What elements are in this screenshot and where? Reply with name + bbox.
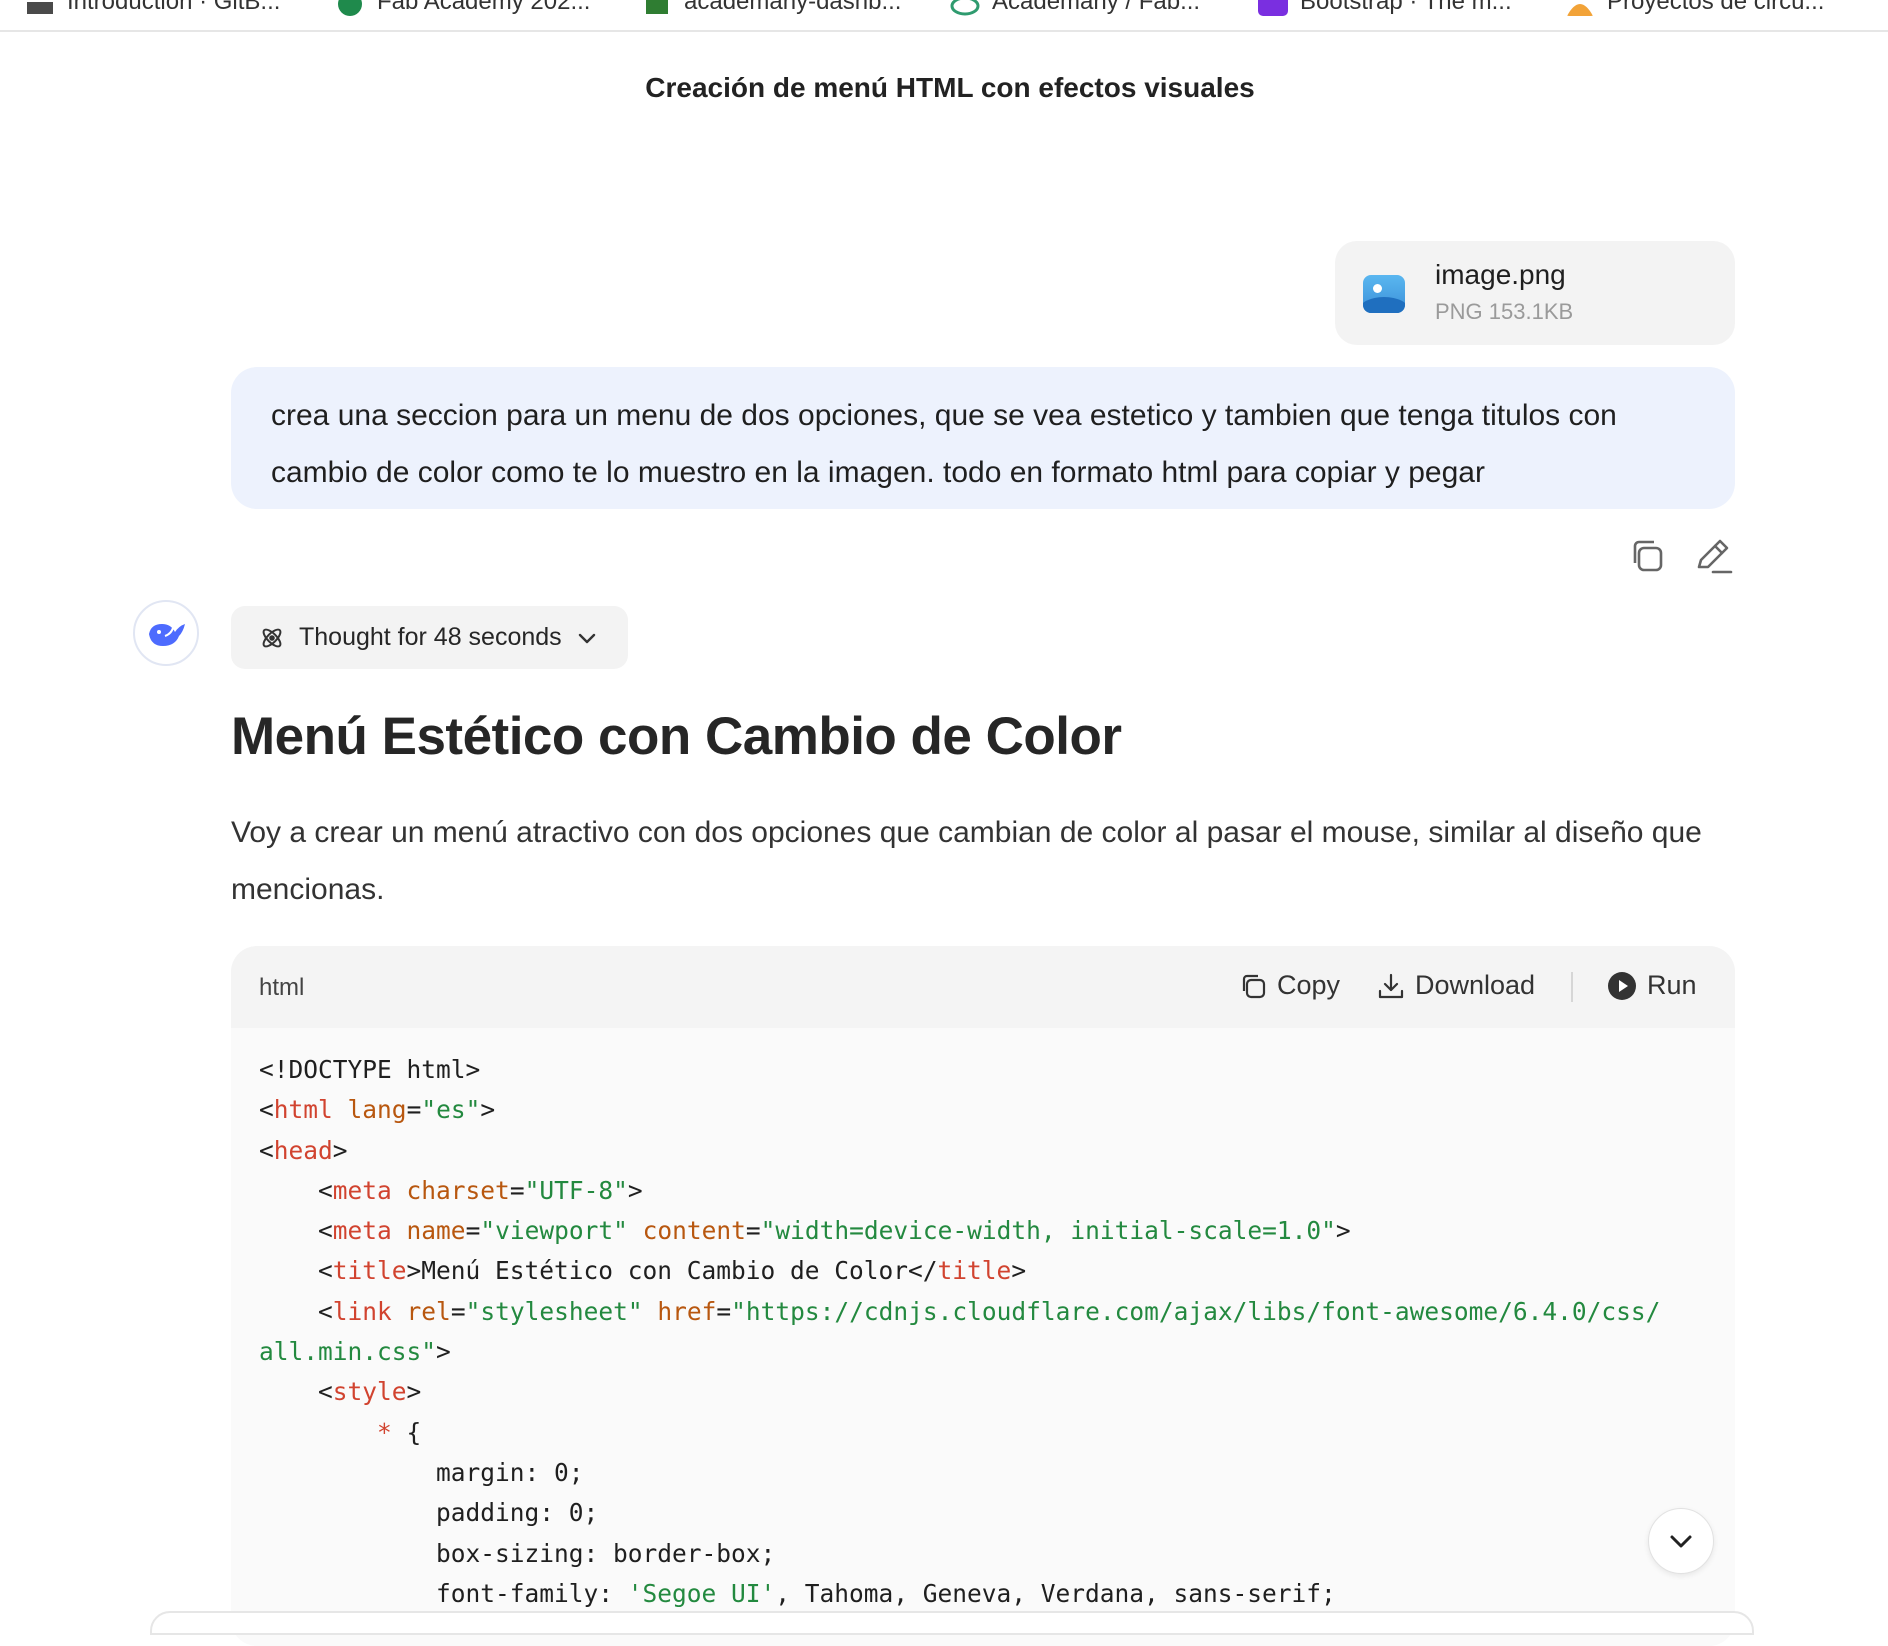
bookmarks-bar: Introduction · GitB... Fab Academy 202..… [0,0,1888,32]
code-line: <title>Menú Estético con Cambio de Color… [259,1256,1027,1286]
bookmark-label: Academany / Fab... [992,0,1201,15]
globe-icon [950,0,980,16]
attachment-card[interactable]: image.png PNG 153.1KB [1335,241,1735,345]
bookmark-proyectos[interactable]: Proyectos de circu... [1565,0,1824,16]
copy-label: Copy [1277,970,1341,1000]
code-line: <meta name="viewport" content="width=dev… [259,1216,1351,1246]
code-line: * { [377,1417,422,1447]
assistant-avatar [133,600,199,666]
edit-message-button[interactable] [1693,535,1735,577]
code-line: padding: 0; [259,1498,599,1528]
bookmark-label: Fab Academy 202... [377,0,591,15]
book-icon [27,2,53,14]
download-icon [1378,973,1404,998]
code-line: font-family: 'Segoe UI', Tahoma, Geneva,… [259,1578,1336,1608]
run-label: Run [1647,970,1697,1000]
code-block: html Copy Download Run <!DOCTYPE html> <… [231,946,1735,1646]
code-line: all.min.css"> [259,1337,451,1367]
copy-message-button[interactable] [1626,535,1668,577]
fab-globe-icon [338,0,362,16]
answer-heading: Menú Estético con Cambio de Color [231,707,1122,766]
copy-icon [1633,540,1663,572]
bookmark-bootstrap[interactable]: Bootstrap · The m... [1258,0,1512,16]
bookmark-label: Proyectos de circu... [1607,0,1825,15]
code-line: <html lang="es"> [259,1095,496,1125]
code-line: box-sizing: border-box; [259,1538,776,1568]
code-content: <!DOCTYPE html> <html lang="es"> <head> … [259,1050,1660,1614]
thought-toggle[interactable]: Thought for 48 seconds [231,606,628,669]
academany-icon [646,0,668,14]
person-icon [1567,4,1593,16]
scroll-to-bottom-button[interactable] [1648,1508,1714,1574]
attachment-meta: PNG 153.1KB [1435,299,1574,324]
code-line: <!DOCTYPE html> [259,1055,481,1084]
image-file-icon [1363,275,1405,313]
run-code-button[interactable]: Run [1607,970,1697,1001]
code-line: <meta charset="UTF-8"> [259,1175,643,1205]
code-line: margin: 0; [259,1457,584,1487]
attachment-name: image.png [1435,259,1566,290]
thought-label: Thought for 48 seconds [299,623,562,651]
code-line: <link rel="stylesheet" href="https://cdn… [259,1296,1661,1326]
chevron-down-icon [1670,1535,1692,1548]
user-message: crea una seccion para un menu de dos opc… [231,367,1735,509]
bookmark-label: academany-dashb... [684,0,902,15]
answer-intro: Voy a crear un menú atractivo con dos op… [231,816,1702,906]
bootstrap-icon [1258,0,1288,16]
toolbar-divider [1571,972,1573,1002]
chat-input-edge [150,1611,1754,1635]
pencil-icon [1697,539,1733,574]
copy-code-button[interactable]: Copy [1239,970,1340,1001]
atom-icon [262,628,282,647]
code-line: <head> [259,1135,348,1165]
code-line: <style> [259,1377,422,1407]
bookmark-label: Introduction · GitB... [67,0,281,15]
bookmark-fab-academy[interactable]: Fab Academy 202... [335,0,590,16]
download-code-button[interactable]: Download [1377,970,1535,1001]
conversation-title: Creación de menú HTML con efectos visual… [645,72,1255,103]
download-label: Download [1415,970,1536,1000]
bookmark-label: Bootstrap · The m... [1300,0,1512,15]
bookmark-academany-fab[interactable]: Academany / Fab... [950,0,1200,16]
code-header: html Copy Download Run [231,946,1735,1028]
whale-icon [149,624,185,646]
play-icon [1608,971,1636,1000]
copy-icon [1242,974,1266,998]
bookmark-introduction[interactable]: Introduction · GitB... [25,0,280,16]
chevron-down-icon [578,633,595,643]
bookmark-academany-dashboard[interactable]: academany-dashb... [642,0,901,16]
code-language: html [259,974,305,1001]
